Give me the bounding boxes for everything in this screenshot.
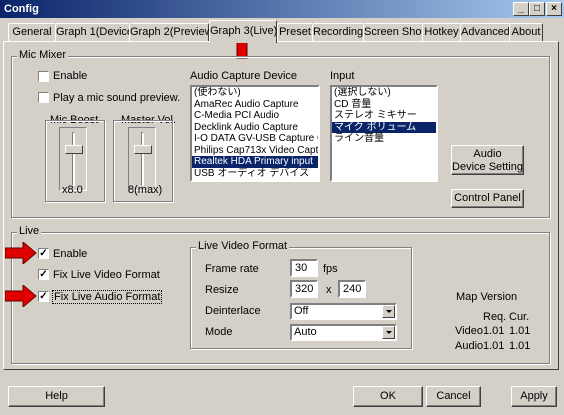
master-vol-thumb[interactable] (134, 144, 152, 154)
map-version-audio-name: Audio (455, 340, 484, 352)
master-vol-value: 8(max) (128, 184, 163, 196)
audio-device-list-item[interactable]: Decklink Audio Capture (192, 122, 318, 134)
apply-button[interactable]: Apply (511, 386, 557, 407)
live-group-label: Live (17, 225, 42, 237)
mic-boost-value: x8.0 (62, 184, 83, 196)
deinterlace-label: Deinterlace (205, 305, 261, 317)
mic-boost-slider[interactable] (59, 127, 87, 191)
resize-x-label: x (326, 284, 332, 296)
check-mark-icon: ✓ (39, 248, 48, 259)
map-version-audio-req: 1.01 (483, 340, 505, 352)
fix-live-video-format-label: Fix Live Video Format (53, 269, 160, 281)
tab-graph1-device[interactable]: Graph 1(Device) (55, 23, 137, 41)
map-version-cur-header: Cur. (509, 311, 530, 323)
audio-device-list-item[interactable]: C-Media PCI Audio (192, 110, 318, 122)
audio-device-list-item[interactable]: Philips Cap713x Video Captu (192, 145, 318, 157)
audio-device-list-item[interactable]: USB オーディオ デバイス (192, 168, 318, 180)
tab-hotkey[interactable]: Hotkey (422, 23, 461, 41)
map-version-req-header: Req. (483, 311, 507, 323)
tab-graph3-live[interactable]: Graph 3(Live) (209, 20, 277, 43)
mode-label: Mode (205, 326, 233, 338)
audio-device-setting-line1: Audio (473, 148, 502, 160)
deinterlace-value: Off (294, 305, 309, 317)
tab-graph2-preview[interactable]: Graph 2(Preview) (129, 23, 216, 41)
check-mark-icon: ✓ (39, 269, 48, 280)
audio-device-list-item[interactable]: (使わない) (192, 87, 318, 99)
check-mark-icon: ✓ (39, 291, 48, 302)
chevron-down-icon[interactable] (382, 305, 395, 318)
minimize-button[interactable]: _ (513, 2, 529, 16)
fix-live-audio-format-label: Fix Live Audio Format (52, 290, 163, 304)
live-video-format-label: Live Video Format (196, 240, 290, 252)
cancel-button[interactable]: Cancel (426, 386, 481, 407)
mic-boost-track (72, 132, 75, 186)
frame-rate-input[interactable]: 30 (290, 259, 318, 277)
map-version-video-cur: 1.01 (509, 325, 531, 337)
deinterlace-select[interactable]: Off (290, 303, 397, 320)
frame-rate-label: Frame rate (205, 263, 259, 275)
mic-play-preview-checkbox[interactable] (38, 92, 49, 103)
input-label: Input (330, 70, 355, 82)
ok-button[interactable]: OK (353, 386, 423, 407)
audio-device-list-item[interactable]: I-O DATA GV-USB Capture Ca (192, 133, 318, 145)
map-version-video-req: 1.01 (483, 325, 505, 337)
audio-device-listbox[interactable]: (使わない) AmaRec Audio Capture C-Media PCI Au… (190, 85, 320, 182)
input-list-item[interactable]: CD 音量 (332, 99, 436, 111)
tab-general[interactable]: General (8, 23, 56, 41)
resize-label: Resize (205, 284, 239, 296)
master-vol-slider[interactable] (128, 127, 156, 191)
audio-device-setting-line2: Device Setting (452, 161, 523, 173)
fix-live-audio-format-checkbox[interactable]: ✓ (38, 291, 49, 302)
tab-advanced[interactable]: Advanced (460, 23, 510, 41)
window-title: Config (4, 3, 39, 15)
fix-live-video-format-checkbox[interactable]: ✓ (38, 269, 49, 280)
annotation-arrow-right-icon (5, 242, 37, 264)
mic-enable-label: Enable (53, 70, 88, 82)
close-button[interactable]: × (546, 2, 562, 16)
map-version-audio-cur: 1.01 (509, 340, 531, 352)
mode-value: Auto (294, 326, 317, 338)
audio-device-list-item[interactable]: AmaRec Audio Capture (192, 99, 318, 111)
input-list-item[interactable]: ライン音量 (332, 133, 436, 145)
title-bar: Config _ □ × (0, 0, 564, 18)
mic-play-preview-label: Play a mic sound preview. (53, 92, 181, 104)
input-list-item[interactable]: マイク ボリューム (332, 121, 436, 133)
resize-height-input[interactable]: 240 (338, 280, 366, 298)
mic-enable-checkbox[interactable] (38, 71, 49, 82)
tab-about[interactable]: About (509, 23, 543, 41)
input-list-item[interactable]: ステレオ ミキサー (332, 110, 436, 122)
chevron-down-icon[interactable] (382, 326, 395, 339)
tab-screen-shot[interactable]: Screen Shot (363, 23, 425, 41)
control-panel-button[interactable]: Control Panel (451, 189, 524, 208)
live-enable-checkbox[interactable]: ✓ (38, 248, 49, 259)
annotation-arrow-right-icon (5, 285, 37, 307)
fps-unit-label: fps (323, 263, 338, 275)
maximize-button[interactable]: □ (529, 2, 545, 16)
audio-device-setting-button[interactable]: Audio Device Setting (451, 145, 524, 175)
input-list-item[interactable]: (選択しない) (332, 87, 436, 99)
master-vol-track (141, 132, 144, 186)
tab-recording[interactable]: Recording (312, 23, 364, 41)
resize-width-input[interactable]: 320 (290, 280, 318, 298)
tab-preset[interactable]: Preset (277, 23, 313, 41)
mode-select[interactable]: Auto (290, 324, 397, 341)
audio-device-list-item[interactable]: Realtek HDA Primary input (192, 156, 318, 168)
map-version-video-name: Video (455, 325, 483, 337)
help-button[interactable]: Help (8, 386, 105, 407)
map-version-title: Map Version (456, 291, 518, 303)
live-enable-label: Enable (53, 248, 88, 260)
mic-mixer-label: Mic Mixer (17, 49, 69, 61)
mic-boost-thumb[interactable] (65, 144, 83, 154)
input-listbox[interactable]: (選択しない) CD 音量 ステレオ ミキサー マイク ボリューム ライン音量 (330, 85, 438, 182)
audio-capture-device-label: Audio Capture Device (190, 70, 298, 82)
